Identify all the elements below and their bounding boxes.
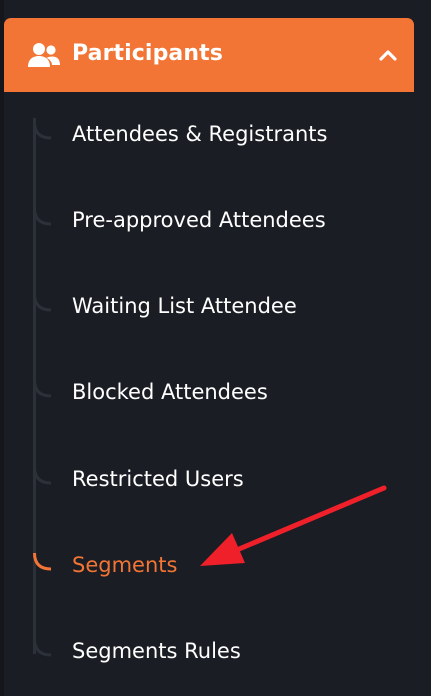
menu-item-label: Restricted Users xyxy=(72,467,244,491)
participants-label: Participants xyxy=(72,41,223,66)
menu-item-attendees-registrants[interactable]: Attendees & Registrants xyxy=(0,92,414,178)
menu-item-pre-approved-attendees[interactable]: Pre-approved Attendees xyxy=(0,178,414,264)
tree-connector-active-icon xyxy=(33,552,52,571)
menu-item-waiting-list-attendee[interactable]: Waiting List Attendee xyxy=(0,264,414,350)
tree-connector-icon xyxy=(33,293,52,312)
menu-item-label: Waiting List Attendee xyxy=(72,294,297,318)
menu-item-label: Segments xyxy=(72,553,178,577)
menu-item-blocked-attendees[interactable]: Blocked Attendees xyxy=(0,350,414,436)
chevron-up-icon[interactable] xyxy=(376,46,400,64)
menu-item-label: Pre-approved Attendees xyxy=(72,208,326,232)
tree-connector-icon xyxy=(33,379,52,398)
tree-connector-icon xyxy=(33,207,52,226)
users-icon xyxy=(28,43,60,67)
sidebar-panel: Participants Attendees & Registrants Pre… xyxy=(0,0,431,696)
menu-item-label: Blocked Attendees xyxy=(72,380,268,404)
menu-item-label: Segments Rules xyxy=(72,639,241,663)
tree-connector-icon xyxy=(33,638,52,657)
tree-connector-icon xyxy=(33,121,52,140)
menu-item-segments[interactable]: Segments xyxy=(0,523,414,609)
menu-item-segments-rules[interactable]: Segments Rules xyxy=(0,609,414,695)
menu-item-restricted-users[interactable]: Restricted Users xyxy=(0,437,414,523)
menu-item-label: Attendees & Registrants xyxy=(72,122,328,146)
participants-submenu: Attendees & Registrants Pre-approved Att… xyxy=(0,92,414,696)
tree-connector-icon xyxy=(33,466,52,485)
participants-section-header[interactable]: Participants xyxy=(4,18,414,92)
